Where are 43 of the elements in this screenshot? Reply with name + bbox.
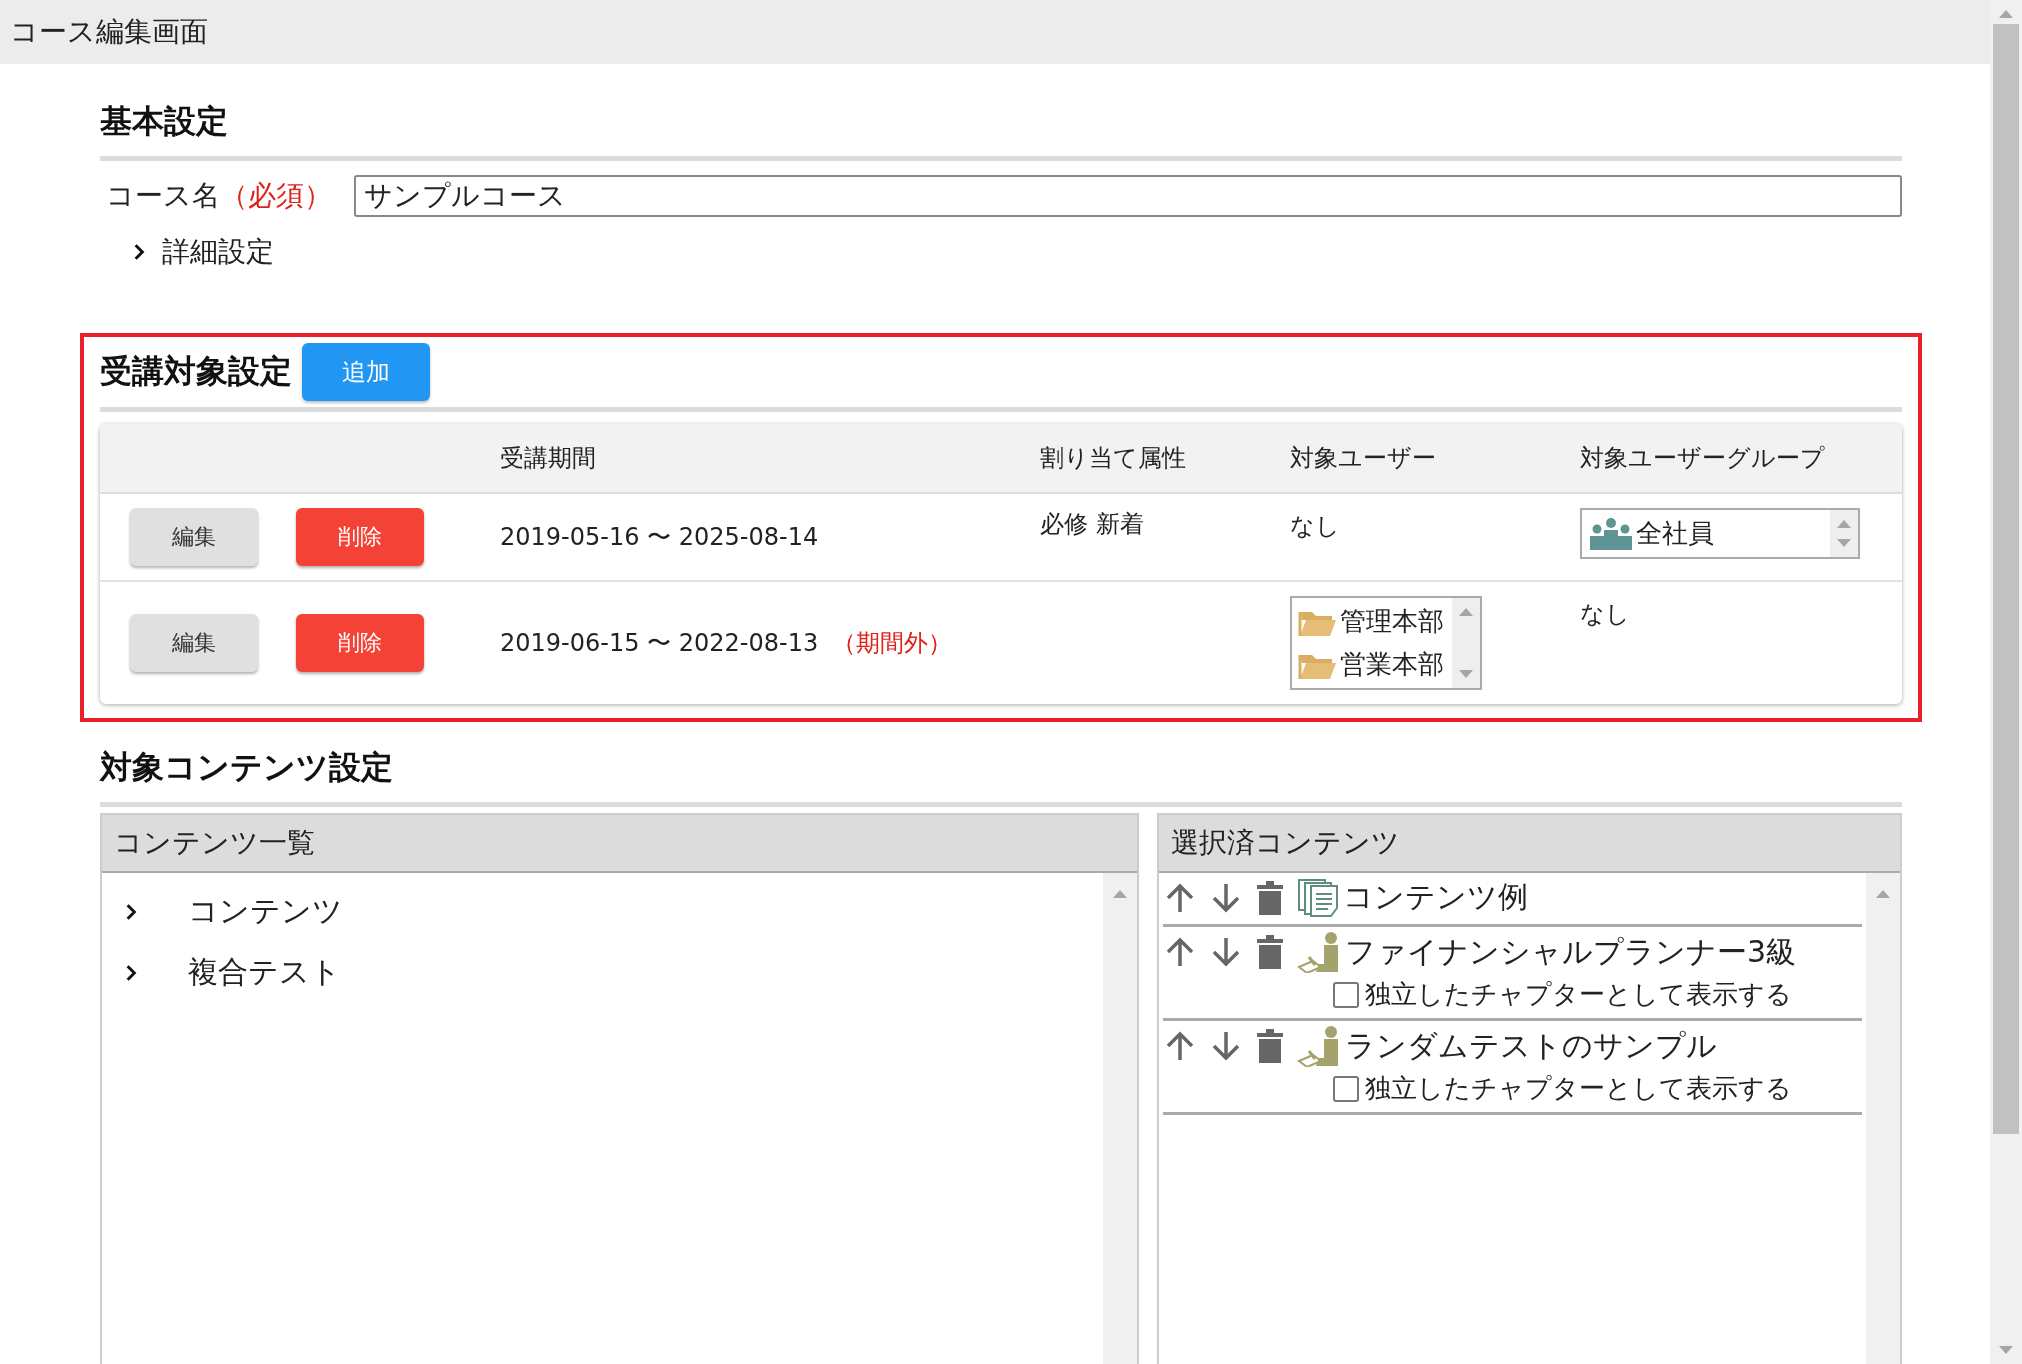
list-item[interactable]: 管理本部 (1340, 604, 1444, 639)
checkbox-label[interactable]: 独立したチャプターとして表示する (1365, 977, 1792, 1012)
documents-icon (1297, 877, 1341, 918)
column-header: 受講期間 (500, 443, 597, 474)
period-text: 2019-06-15 〜 2022-08-13 (500, 628, 819, 659)
content-title: コンテンツ例 (1343, 878, 1528, 916)
list-item[interactable]: 営業本部 (1340, 647, 1444, 682)
period-note: （期間外） (832, 628, 953, 659)
section-heading: 受講対象設定 (100, 351, 292, 392)
section-heading: 基本設定 (100, 101, 229, 142)
delete-button[interactable]: 削除 (296, 508, 424, 566)
tree-item[interactable]: 複合テスト (102, 942, 341, 1003)
panel-title: コンテンツ一覧 (114, 825, 315, 861)
content-title: ランダムテストのサンプル (1345, 1026, 1717, 1065)
content-title: ファイナンシャルプランナー3級 (1345, 932, 1797, 971)
list-item[interactable]: 全社員 (1636, 516, 1714, 551)
list-box[interactable]: 全社員 (1580, 508, 1860, 559)
people-icon (1588, 516, 1634, 551)
page-title: コース編集画面 (10, 14, 208, 50)
attribute-text: 必修 新着 (1040, 509, 1144, 538)
trash-icon[interactable] (1255, 1027, 1285, 1065)
column-header: 対象ユーザー (1290, 443, 1437, 474)
delete-button[interactable]: 削除 (296, 614, 424, 672)
column-header: 対象ユーザーグループ (1580, 443, 1826, 474)
checkbox[interactable] (1333, 1075, 1359, 1102)
section-heading: 対象コンテンツ設定 (100, 747, 394, 788)
cell-text: なし (1290, 511, 1341, 542)
checkbox-label[interactable]: 独立したチャプターとして表示する (1365, 1071, 1792, 1106)
edit-button[interactable]: 編集 (130, 614, 258, 672)
cell-text: なし (1580, 599, 1631, 630)
course-name-field[interactable]: サンプルコース (354, 175, 1902, 217)
trash-icon[interactable] (1255, 933, 1285, 971)
panel-title: 選択済コンテンツ (1171, 825, 1400, 861)
period-text: 2019-05-16 〜 2025-08-14 (500, 522, 819, 553)
list-box[interactable]: 管理本部 営業本部 (1290, 596, 1482, 690)
column-header: 割り当て属性 (1040, 443, 1187, 474)
edit-button[interactable]: 編集 (130, 508, 258, 566)
checkbox[interactable] (1333, 981, 1359, 1008)
scrollbar-thumb[interactable] (1993, 24, 2019, 1134)
trash-icon[interactable] (1255, 878, 1285, 917)
details-toggle[interactable]: 詳細設定 (130, 233, 274, 271)
field-label: コース名（必須） (106, 178, 332, 214)
tree-item[interactable]: コンテンツ (102, 881, 343, 942)
